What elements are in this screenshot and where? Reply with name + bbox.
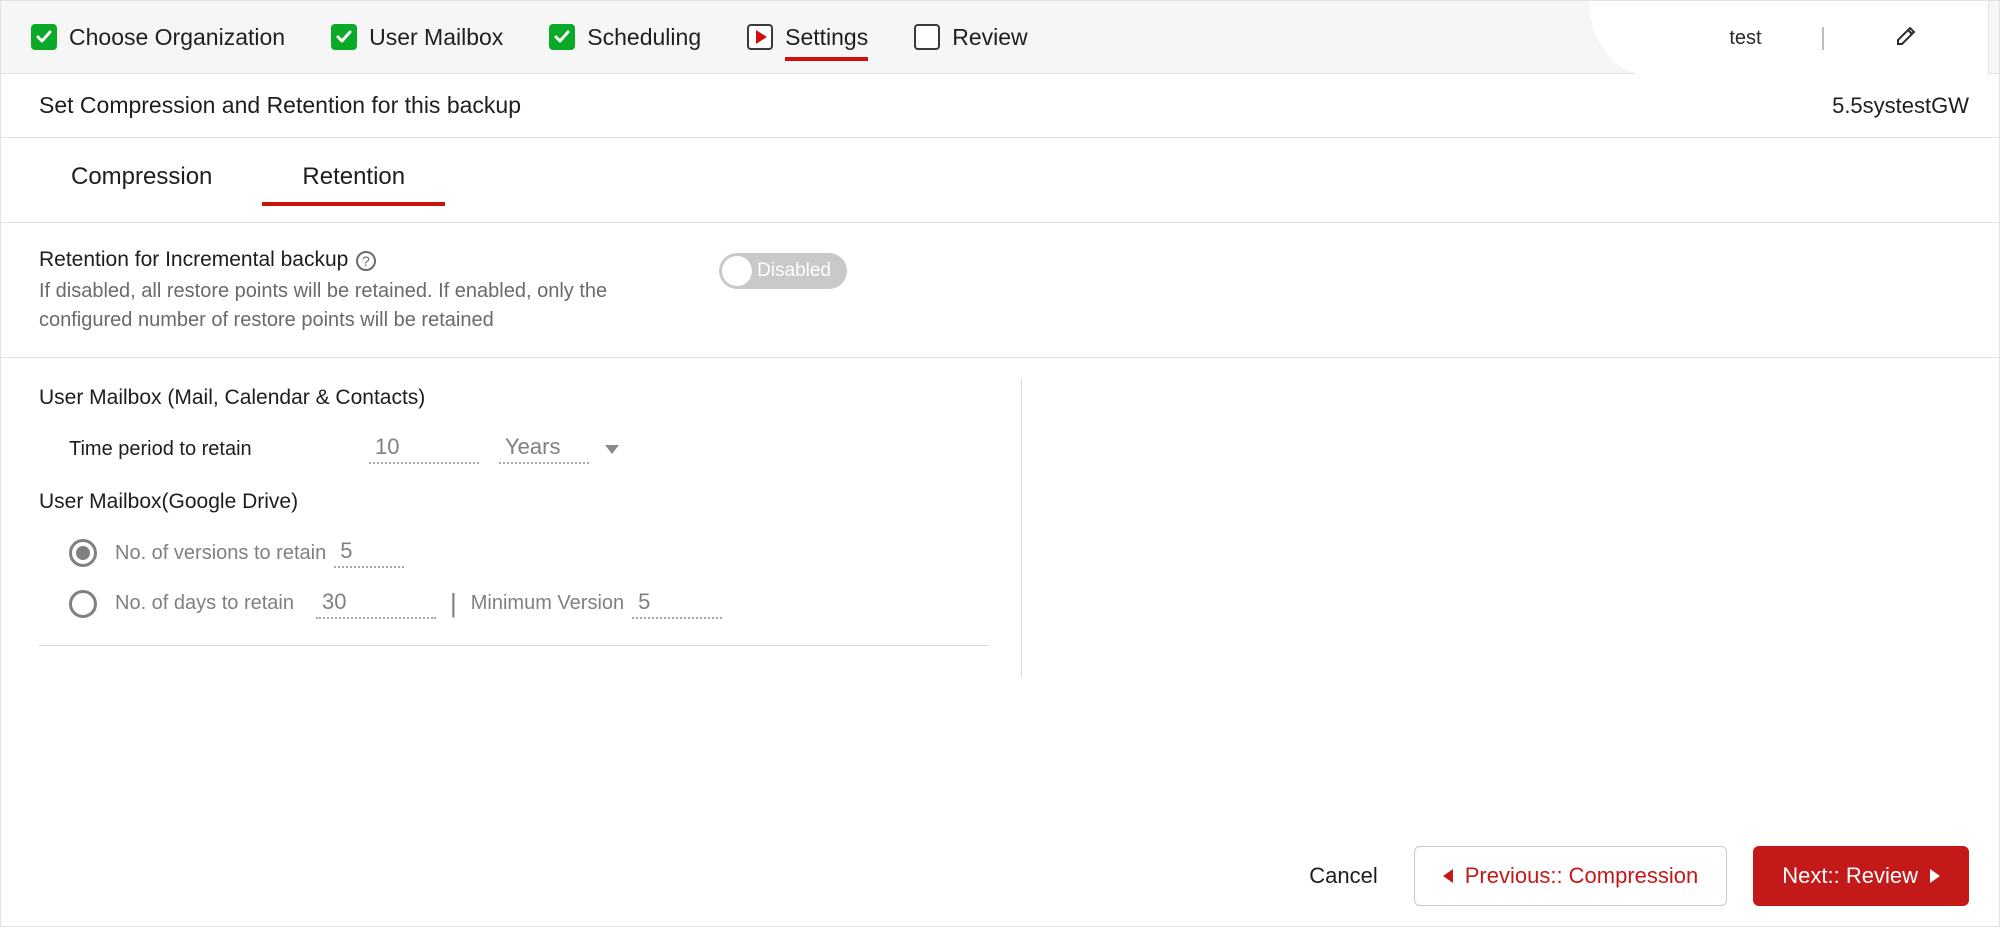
storage-name: 5.5systestGW: [1832, 93, 1969, 119]
check-icon: [331, 24, 357, 50]
drive-section-title: User Mailbox(Google Drive): [39, 490, 1999, 514]
section-divider: [39, 645, 989, 646]
column-separator: [1021, 378, 1022, 678]
retention-form: User Mailbox (Mail, Calendar & Contacts)…: [1, 358, 1999, 646]
versions-label: No. of versions to retain: [115, 542, 326, 565]
versions-radio[interactable]: [69, 539, 97, 567]
days-input[interactable]: [316, 589, 436, 619]
page-title: Set Compression and Retention for this b…: [39, 92, 521, 119]
versions-input[interactable]: [334, 538, 404, 568]
chevron-left-icon: [1443, 869, 1453, 883]
time-period-label: Time period to retain: [69, 438, 369, 461]
step-label: Review: [952, 24, 1027, 51]
time-period-input[interactable]: [369, 434, 479, 464]
chevron-down-icon: [605, 445, 619, 454]
separator: |: [450, 588, 457, 619]
check-icon: [549, 24, 575, 50]
retention-toggle-row: Retention for Incremental backup ? If di…: [1, 223, 1999, 358]
time-period-row: Time period to retain: [69, 434, 1999, 464]
wizard-footer: Cancel Previous:: Compression Next:: Rev…: [1, 846, 1999, 906]
next-button-label: Next:: Review: [1782, 863, 1918, 889]
subtabs: Compression Retention: [1, 138, 1999, 223]
tab-retention[interactable]: Retention: [302, 163, 405, 205]
step-settings[interactable]: Settings: [747, 24, 868, 51]
step-scheduling[interactable]: Scheduling: [549, 24, 701, 51]
retention-toggle-text: Retention for Incremental backup ? If di…: [39, 245, 679, 335]
help-icon[interactable]: ?: [356, 251, 376, 271]
retention-toggle-label: Retention for Incremental backup: [39, 248, 348, 271]
step-label: User Mailbox: [369, 24, 503, 51]
time-unit-select[interactable]: [499, 434, 619, 464]
step-label: Choose Organization: [69, 24, 285, 51]
step-label: Settings: [785, 24, 868, 61]
chevron-right-icon: [1930, 869, 1940, 883]
retention-toggle[interactable]: Disabled: [719, 253, 847, 289]
toggle-state-label: Disabled: [757, 260, 831, 282]
min-version-label: Minimum Version: [471, 592, 624, 615]
wizard-root: Choose Organization User Mailbox Schedul…: [0, 0, 2000, 927]
days-row: No. of days to retain | Minimum Version: [69, 588, 1999, 619]
play-icon: [747, 24, 773, 50]
time-unit-value: [499, 434, 589, 464]
steps-bar: Choose Organization User Mailbox Schedul…: [1, 0, 1999, 74]
edit-icon[interactable]: [1894, 24, 1918, 52]
job-name-tab: test: [1619, 1, 1989, 75]
title-row: Set Compression and Retention for this b…: [1, 74, 1999, 138]
step-choose-organization[interactable]: Choose Organization: [31, 24, 285, 51]
previous-button[interactable]: Previous:: Compression: [1414, 846, 1728, 906]
check-icon: [31, 24, 57, 50]
days-radio[interactable]: [69, 590, 97, 618]
job-name: test: [1729, 27, 1823, 50]
cancel-button[interactable]: Cancel: [1299, 849, 1387, 903]
days-label: No. of days to retain: [115, 592, 294, 615]
versions-row: No. of versions to retain: [69, 538, 1999, 568]
mail-section-title: User Mailbox (Mail, Calendar & Contacts): [39, 386, 1999, 410]
previous-button-label: Previous:: Compression: [1465, 863, 1699, 889]
next-button[interactable]: Next:: Review: [1753, 846, 1969, 906]
radio-dot-icon: [76, 546, 90, 560]
min-version-input[interactable]: [632, 589, 722, 619]
retention-toggle-desc: If disabled, all restore points will be …: [39, 277, 679, 335]
toggle-knob-icon: [722, 256, 752, 286]
tab-compression[interactable]: Compression: [71, 163, 212, 205]
empty-box-icon: [914, 24, 940, 50]
step-user-mailbox[interactable]: User Mailbox: [331, 24, 503, 51]
step-review[interactable]: Review: [914, 24, 1027, 51]
step-label: Scheduling: [587, 24, 701, 51]
